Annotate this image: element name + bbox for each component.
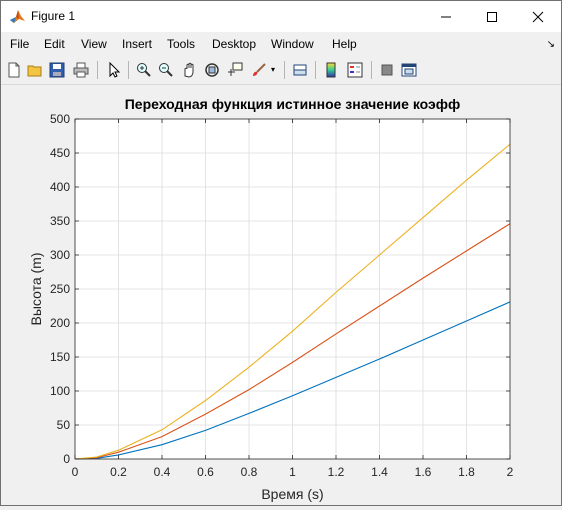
y-tick-label: 0 bbox=[63, 452, 70, 466]
maximize-button[interactable] bbox=[469, 1, 515, 32]
brush-button[interactable] bbox=[249, 60, 269, 80]
menu-window[interactable]: Window bbox=[271, 37, 314, 51]
toolbar-separator bbox=[128, 61, 129, 79]
menu-edit[interactable]: Edit bbox=[44, 37, 65, 51]
legend-button[interactable] bbox=[345, 60, 365, 80]
y-tick-label: 300 bbox=[50, 248, 70, 262]
menu-bar: File Edit View Insert Tools Desktop Wind… bbox=[1, 33, 561, 55]
title-bar[interactable]: Figure 1 bbox=[1, 1, 561, 32]
figure-window: Figure 1 File Edit View Insert Tools Des… bbox=[0, 0, 562, 506]
pointer-button[interactable] bbox=[104, 60, 124, 80]
data-cursor-button[interactable] bbox=[225, 60, 245, 80]
menu-insert[interactable]: Insert bbox=[122, 37, 152, 51]
rotate-button[interactable] bbox=[202, 60, 222, 80]
close-icon bbox=[532, 11, 544, 22]
print-button[interactable] bbox=[71, 60, 91, 80]
zoom-in-icon bbox=[137, 63, 151, 77]
x-tick-label: 0 bbox=[72, 465, 79, 479]
y-tick-label: 150 bbox=[50, 350, 70, 364]
menu-file[interactable]: File bbox=[10, 37, 29, 51]
rotate-icon bbox=[205, 63, 219, 77]
colorbar-icon bbox=[326, 62, 336, 78]
x-tick-label: 1.4 bbox=[371, 465, 388, 479]
x-tick-label: 1 bbox=[289, 465, 296, 479]
chart: 0 0.2 0.4 0.6 0.8 1 1.2 1.4 1.6 1.8 2 0 50 100 150 200 2… bbox=[28, 96, 514, 502]
open-icon bbox=[27, 65, 42, 77]
legend-icon bbox=[347, 62, 363, 78]
window-title: Figure 1 bbox=[31, 9, 76, 23]
y-tick-label: 250 bbox=[50, 282, 70, 296]
brush-icon bbox=[253, 63, 266, 76]
show-plot-tools-button[interactable] bbox=[399, 60, 419, 80]
brush-dropdown-icon[interactable]: ▾ bbox=[271, 65, 275, 74]
zoom-in-button[interactable] bbox=[134, 60, 154, 80]
figure-canvas: 0 0.2 0.4 0.6 0.8 1 1.2 1.4 1.6 1.8 2 0 50 100 150 200 2… bbox=[1, 85, 561, 505]
x-tick-label: 0.2 bbox=[110, 465, 127, 479]
y-tick-label: 450 bbox=[50, 146, 70, 160]
x-tick-label: 0.4 bbox=[154, 465, 171, 479]
x-tick-label: 1.2 bbox=[328, 465, 345, 479]
new-figure-button[interactable] bbox=[4, 60, 24, 80]
x-tick-label: 2 bbox=[507, 465, 514, 479]
zoom-out-icon bbox=[159, 63, 173, 77]
y-tick-label: 100 bbox=[50, 384, 70, 398]
x-tick-label: 1.8 bbox=[458, 465, 475, 479]
pan-button[interactable] bbox=[179, 60, 199, 80]
x-tick-label: 1.6 bbox=[415, 465, 432, 479]
matlab-logo-icon bbox=[10, 10, 25, 23]
hide-plot-tools-button[interactable] bbox=[377, 60, 397, 80]
minimize-button[interactable] bbox=[423, 1, 469, 32]
link-icon bbox=[293, 64, 307, 76]
zoom-out-button[interactable] bbox=[156, 60, 176, 80]
y-tick-label: 350 bbox=[50, 214, 70, 228]
new-figure-icon bbox=[8, 62, 20, 78]
save-icon bbox=[49, 62, 65, 78]
x-axis-label: Время (s) bbox=[261, 486, 323, 502]
colorbar-button[interactable] bbox=[321, 60, 341, 80]
open-button[interactable] bbox=[25, 60, 45, 80]
menu-desktop[interactable]: Desktop bbox=[212, 37, 256, 51]
y-tick-label: 400 bbox=[50, 180, 70, 194]
toolbar-separator bbox=[315, 61, 316, 79]
pointer-icon bbox=[109, 62, 121, 78]
toolbar-separator bbox=[371, 61, 372, 79]
menu-view[interactable]: View bbox=[81, 37, 107, 51]
print-icon bbox=[73, 62, 89, 78]
y-tick-label: 200 bbox=[50, 316, 70, 330]
menu-tools[interactable]: Tools bbox=[167, 37, 195, 51]
x-tick-label: 0.8 bbox=[241, 465, 258, 479]
y-tick-label: 500 bbox=[50, 112, 70, 126]
menu-help[interactable]: Help bbox=[332, 37, 357, 51]
dock-arrow-icon[interactable]: ↘ bbox=[547, 39, 555, 50]
y-tick-label: 50 bbox=[57, 418, 71, 432]
y-axis-label: Высота (m) bbox=[28, 253, 44, 326]
chart-title: Переходная функция истинное значение коэ… bbox=[125, 96, 461, 112]
maximize-icon bbox=[487, 11, 497, 22]
toolbar-separator bbox=[97, 61, 98, 79]
save-button[interactable] bbox=[47, 60, 67, 80]
close-button[interactable] bbox=[515, 1, 561, 32]
data-cursor-icon bbox=[228, 62, 243, 76]
show-plot-tools-icon bbox=[401, 63, 417, 77]
x-tick-label: 0.6 bbox=[197, 465, 214, 479]
toolbar: ▾ bbox=[1, 57, 561, 85]
pan-icon bbox=[184, 62, 194, 78]
hide-plot-tools-icon bbox=[381, 64, 393, 76]
toolbar-separator bbox=[284, 61, 285, 79]
link-button[interactable] bbox=[290, 60, 310, 80]
minimize-icon bbox=[441, 16, 451, 17]
